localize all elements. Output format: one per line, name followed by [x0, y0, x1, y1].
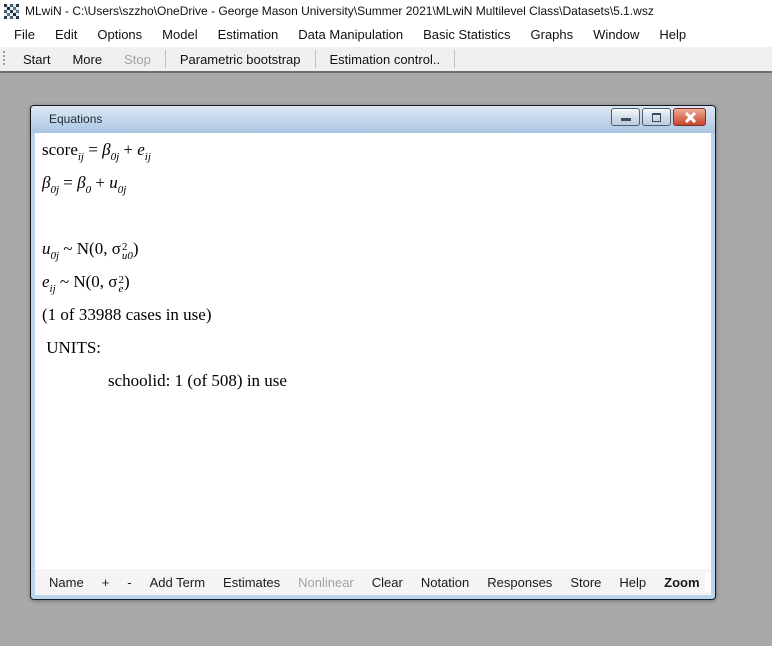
toolbar-separator: [315, 50, 316, 68]
menu-item-window[interactable]: Window: [583, 23, 649, 46]
toolbar-grip-handle[interactable]: [3, 51, 6, 67]
eq-toolbar-button-store[interactable]: Store: [561, 575, 610, 590]
eq-toolbar-button-help[interactable]: Help: [610, 575, 655, 590]
minimize-icon: [621, 118, 631, 121]
app-title: MLwiN - C:\Users\szzho\OneDrive - George…: [25, 4, 654, 18]
maximize-icon: [652, 113, 661, 122]
equation-line[interactable]: scoreij = β0j + eij: [42, 133, 711, 166]
menu-item-estimation[interactable]: Estimation: [208, 23, 289, 46]
sigma-superscript-subscript: 2u0: [122, 243, 133, 261]
menu-item-edit[interactable]: Edit: [45, 23, 87, 46]
toolbar-button-stop: Stop: [113, 49, 162, 70]
eq-toolbar-button-add-term[interactable]: Add Term: [141, 575, 214, 590]
menu-item-data-manipulation[interactable]: Data Manipulation: [288, 23, 413, 46]
equations-client-area: scoreij = β0j + eijβ0j = β0 + u0j u0j ~ N…: [35, 133, 711, 595]
menu-item-file[interactable]: File: [4, 23, 45, 46]
toolbar-button-parametric-bootstrap[interactable]: Parametric bootstrap: [169, 49, 312, 70]
eq-toolbar-button-[interactable]: +: [93, 575, 119, 590]
menu-item-options[interactable]: Options: [87, 23, 152, 46]
equations-window: Equations scoreij = β0j + eijβ0j = β0 + …: [30, 105, 716, 600]
menu-item-basic-statistics[interactable]: Basic Statistics: [413, 23, 520, 46]
minimize-button[interactable]: [611, 108, 640, 126]
equations-content: scoreij = β0j + eijβ0j = β0 + u0j u0j ~ N…: [35, 133, 711, 569]
zoom-dropdown[interactable]: 100 ▾: [705, 572, 711, 592]
equation-line[interactable]: β0j = β0 + u0j: [42, 166, 711, 199]
eq-toolbar-button-[interactable]: -: [118, 575, 140, 590]
equation-line[interactable]: UNITS:: [42, 331, 711, 364]
menu-bar: FileEditOptionsModelEstimationData Manip…: [0, 22, 772, 47]
toolbar-button-more[interactable]: More: [61, 49, 113, 70]
eq-toolbar-button-responses[interactable]: Responses: [478, 575, 561, 590]
toolbar-separator: [165, 50, 166, 68]
equation-line: [42, 199, 711, 232]
eq-toolbar-button-nonlinear: Nonlinear: [289, 575, 363, 590]
app-titlebar: MLwiN - C:\Users\szzho\OneDrive - George…: [0, 0, 772, 22]
equation-line[interactable]: (1 of 33988 cases in use): [42, 298, 711, 331]
equations-toolbar-buttons: Name+-Add TermEstimatesNonlinearClearNot…: [40, 575, 705, 590]
workspace: Equations scoreij = β0j + eijβ0j = β0 + …: [0, 73, 772, 646]
menu-item-help[interactable]: Help: [649, 23, 696, 46]
window-controls: [611, 108, 706, 126]
equation-line[interactable]: eij ~ N(0, σ2e): [42, 265, 711, 298]
mlwin-app-icon: [4, 4, 19, 19]
toolbar-separator: [454, 50, 455, 68]
eq-toolbar-button-clear[interactable]: Clear: [363, 575, 412, 590]
toolbar: StartMoreStop Parametric bootstrap Estimat…: [0, 47, 772, 73]
close-button[interactable]: [673, 108, 706, 126]
eq-toolbar-button-notation[interactable]: Notation: [412, 575, 478, 590]
equation-line[interactable]: schoolid: 1 (of 508) in use: [42, 364, 711, 397]
eq-toolbar-button-estimates[interactable]: Estimates: [214, 575, 289, 590]
eq-toolbar-button-name[interactable]: Name: [40, 575, 93, 590]
close-icon: [685, 112, 696, 123]
zoom-label: Zoom: [655, 575, 704, 590]
toolbar-items: StartMoreStop Parametric bootstrap Estimat…: [12, 47, 458, 71]
maximize-button[interactable]: [642, 108, 671, 126]
toolbar-button-estimation-control[interactable]: Estimation control..: [319, 49, 452, 70]
equations-titlebar[interactable]: Equations: [31, 106, 715, 133]
menu-item-graphs[interactable]: Graphs: [521, 23, 584, 46]
toolbar-button-start[interactable]: Start: [12, 49, 61, 70]
menu-item-model[interactable]: Model: [152, 23, 207, 46]
equations-toolbar: Name+-Add TermEstimatesNonlinearClearNot…: [35, 569, 711, 595]
equation-line[interactable]: u0j ~ N(0, σ2u0): [42, 232, 711, 265]
